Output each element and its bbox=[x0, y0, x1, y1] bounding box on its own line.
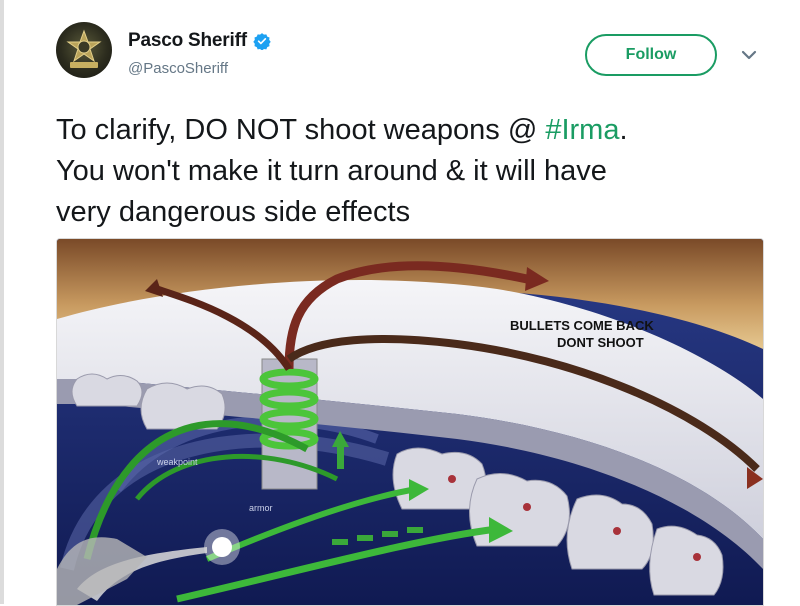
chevron-down-icon[interactable] bbox=[740, 48, 758, 62]
avatar[interactable] bbox=[56, 22, 112, 78]
sheriff-badge-icon bbox=[66, 29, 102, 68]
label-weakpoint: weakpoint bbox=[156, 457, 198, 467]
tweet-text-line3: very dangerous side effects bbox=[56, 196, 411, 228]
tweet-text-line1-end: . bbox=[619, 114, 628, 146]
hashtag-link[interactable]: #Irma bbox=[545, 114, 619, 146]
media-caption-line1: BULLETS COME BACK bbox=[510, 318, 654, 333]
tweet-card: Pasco Sheriff @PascoSheriff Follow To cl… bbox=[0, 0, 800, 606]
tweet-media-image[interactable]: BULLETS COME BACK DONT SHOOT weakpoint a… bbox=[56, 238, 764, 606]
tweet-text-line2: You won't make it turn around & it will … bbox=[56, 155, 607, 187]
label-armor: armor bbox=[249, 503, 273, 513]
tweet-text: To clarify, DO NOT shoot weapons @ #Irma… bbox=[56, 110, 776, 233]
follow-button[interactable]: Follow bbox=[585, 34, 717, 76]
media-caption-line2: DONT SHOOT bbox=[557, 335, 644, 350]
tweet-text-line1: To clarify, DO NOT shoot weapons @ bbox=[56, 114, 546, 146]
verified-badge-icon bbox=[253, 33, 271, 50]
hurricane-diagram: BULLETS COME BACK DONT SHOOT weakpoint a… bbox=[57, 239, 763, 605]
user-handle[interactable]: @PascoSheriff bbox=[128, 60, 228, 77]
display-name[interactable]: Pasco Sheriff bbox=[128, 30, 247, 52]
